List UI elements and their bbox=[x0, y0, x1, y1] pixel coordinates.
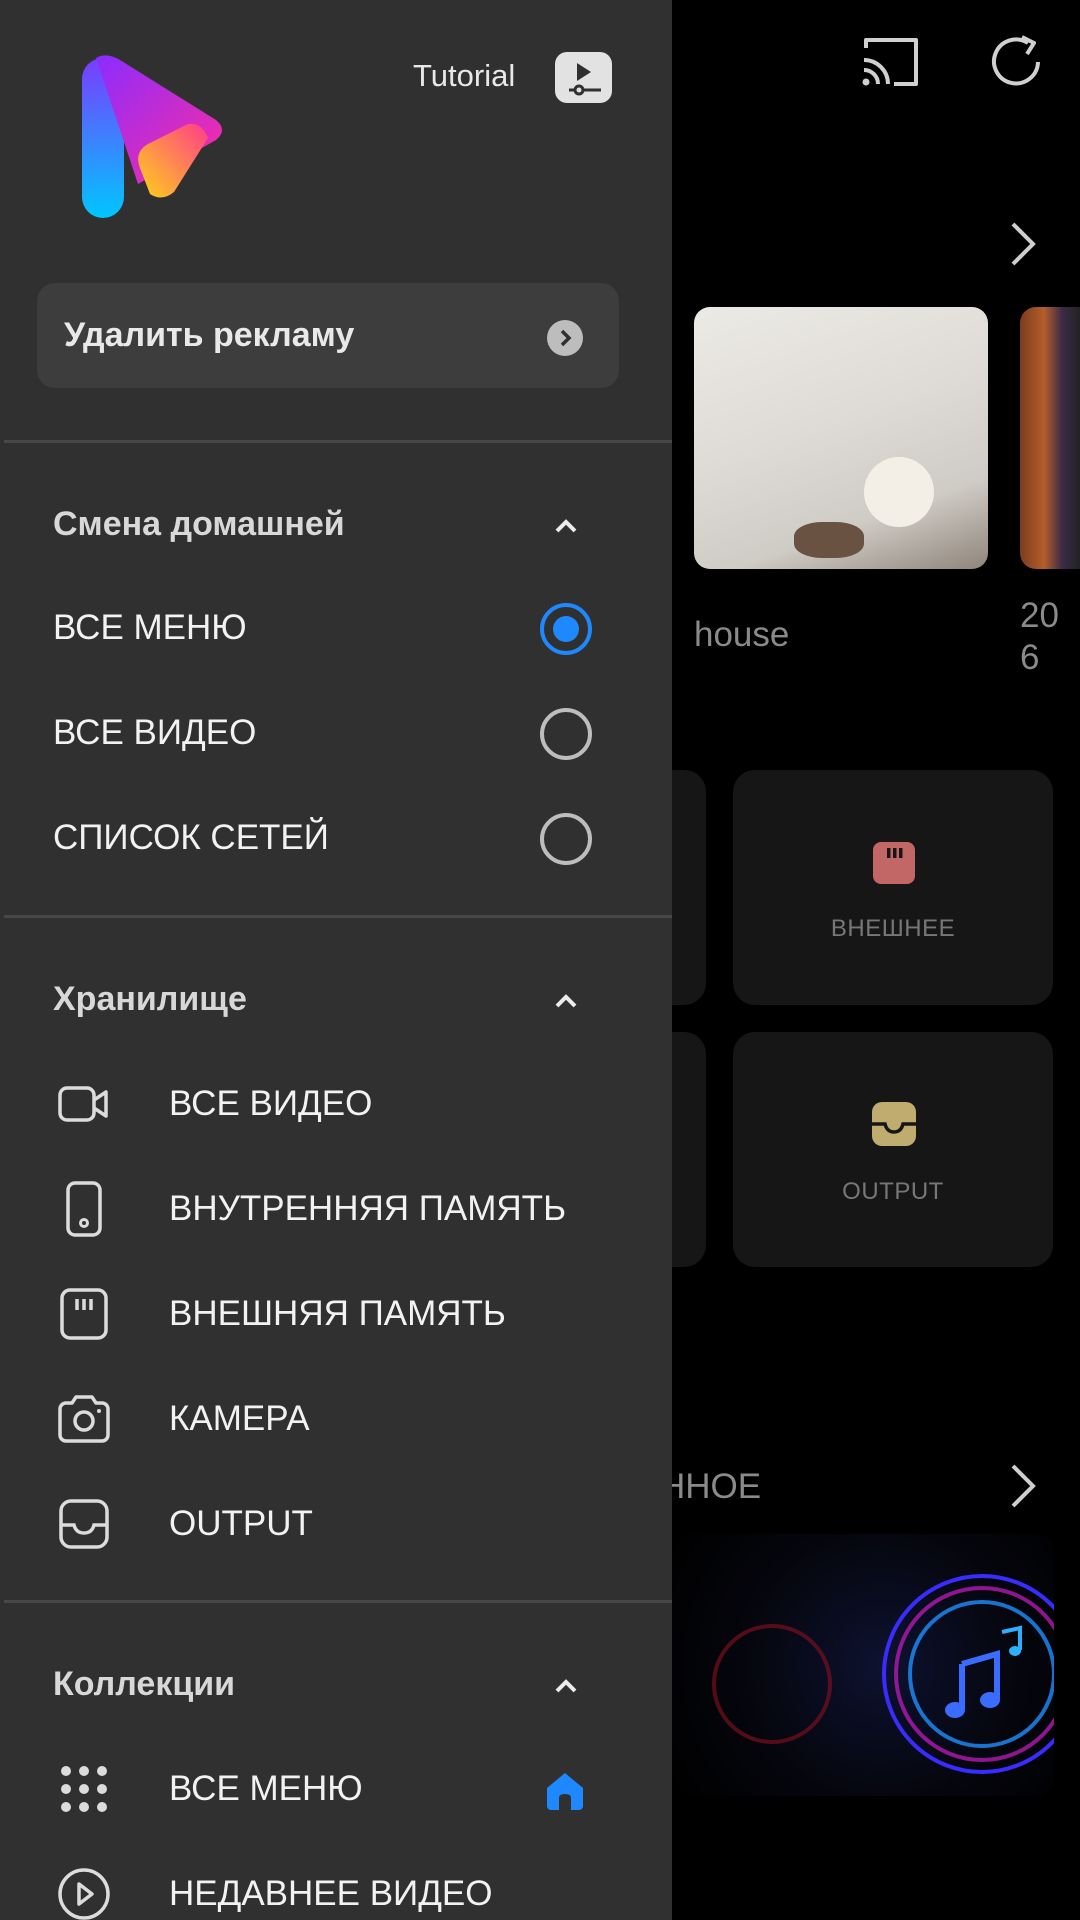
radio-unselected[interactable] bbox=[540, 708, 592, 760]
storage-item-output[interactable]: OUTPUT bbox=[0, 1473, 672, 1573]
inbox-icon bbox=[872, 1102, 916, 1146]
divider bbox=[4, 915, 672, 918]
storage-item-camera[interactable]: КАМЕРА bbox=[0, 1368, 672, 1468]
item-label: ВНУТРЕННЯЯ ПАМЯТЬ bbox=[169, 1189, 567, 1228]
divider bbox=[4, 440, 672, 443]
item-label: ВСЕ МЕНЮ bbox=[169, 1769, 363, 1808]
home-option-all-videos[interactable]: ВСЕ ВИДЕО bbox=[0, 683, 672, 783]
chevron-right-icon bbox=[547, 320, 583, 356]
collection-item-recent-videos[interactable]: НЕДАВНЕЕ ВИДЕО bbox=[0, 1843, 672, 1920]
chevron-up-icon[interactable] bbox=[548, 508, 584, 544]
tutorial-label[interactable]: Tutorial bbox=[413, 58, 515, 94]
home-option-all-menu[interactable]: ВСЕ МЕНЮ bbox=[0, 578, 672, 678]
remove-ads-label: Удалить рекламу bbox=[64, 316, 355, 354]
camera-icon bbox=[58, 1395, 110, 1443]
storage-item-internal[interactable]: ВНУТРЕННЯЯ ПАМЯТЬ bbox=[0, 1158, 672, 1258]
tutorial-button[interactable] bbox=[555, 52, 612, 103]
remove-ads-button[interactable]: Удалить рекламу bbox=[37, 283, 619, 388]
inbox-icon bbox=[59, 1499, 109, 1549]
radio-unselected[interactable] bbox=[540, 813, 592, 865]
refresh-icon[interactable] bbox=[988, 32, 1048, 92]
cast-icon[interactable] bbox=[860, 34, 922, 90]
storage-item-external[interactable]: ВНЕШНЯЯ ПАМЯТЬ bbox=[0, 1263, 672, 1363]
collection-item-all-menu[interactable]: ВСЕ МЕНЮ bbox=[0, 1738, 672, 1838]
video-thumbnail[interactable] bbox=[1020, 307, 1080, 569]
phone-icon bbox=[66, 1181, 102, 1237]
grid-icon bbox=[61, 1766, 107, 1812]
sd-card-icon bbox=[873, 842, 915, 884]
section-title: ННОЕ bbox=[660, 1467, 762, 1506]
radio-selected[interactable] bbox=[540, 603, 592, 655]
section-title-collections: Коллекции bbox=[53, 1665, 236, 1703]
thumbnail-decoration bbox=[794, 522, 864, 558]
music-note-icon bbox=[945, 1625, 1022, 1718]
chevron-up-icon[interactable] bbox=[548, 983, 584, 1019]
chevron-right-icon[interactable] bbox=[1005, 220, 1041, 268]
thumbnail-decoration bbox=[712, 1624, 832, 1744]
option-label: ВСЕ МЕНЮ bbox=[53, 608, 247, 647]
sd-card-icon bbox=[60, 1288, 108, 1340]
tile-label: ВНЕШНЕЕ bbox=[830, 915, 956, 942]
video-camera-icon bbox=[58, 1086, 108, 1122]
tile-label: OUTPUT bbox=[842, 1178, 944, 1205]
item-label: ВНЕШНЯЯ ПАМЯТЬ bbox=[169, 1294, 506, 1333]
divider bbox=[4, 1600, 672, 1603]
item-label: НЕДАВНЕЕ ВИДЕО bbox=[169, 1874, 493, 1913]
thumbnail-title: 20 6 bbox=[1020, 596, 1059, 677]
play-tutorial-icon bbox=[569, 63, 601, 96]
storage-tile-external[interactable]: ВНЕШНЕЕ bbox=[733, 770, 1053, 1005]
chevron-right-icon[interactable] bbox=[1005, 1462, 1041, 1510]
video-thumbnail[interactable] bbox=[694, 307, 988, 569]
storage-item-all-videos[interactable]: ВСЕ ВИДЕО bbox=[0, 1053, 672, 1153]
chevron-up-icon[interactable] bbox=[548, 1668, 584, 1704]
navigation-drawer: Tutorial Удалить рекламу Смена домашней … bbox=[0, 0, 672, 1920]
thumbnail-title: house bbox=[694, 615, 790, 654]
home-icon bbox=[547, 1773, 583, 1810]
thumbnail-decoration bbox=[864, 457, 934, 527]
item-label: ВСЕ ВИДЕО bbox=[169, 1084, 373, 1123]
item-label: КАМЕРА bbox=[169, 1399, 310, 1438]
item-label: OUTPUT bbox=[169, 1504, 313, 1543]
section-title-home: Смена домашней bbox=[53, 505, 345, 543]
play-circle-icon bbox=[58, 1868, 110, 1920]
music-thumbnail[interactable] bbox=[672, 1534, 1054, 1796]
storage-tile-output[interactable]: OUTPUT bbox=[733, 1032, 1053, 1267]
app-logo bbox=[82, 55, 222, 218]
home-option-network-list[interactable]: СПИСОК СЕТЕЙ bbox=[0, 788, 672, 888]
option-label: ВСЕ ВИДЕО bbox=[53, 713, 257, 752]
option-label: СПИСОК СЕТЕЙ bbox=[53, 818, 329, 857]
section-title-storage: Хранилище bbox=[53, 980, 247, 1018]
